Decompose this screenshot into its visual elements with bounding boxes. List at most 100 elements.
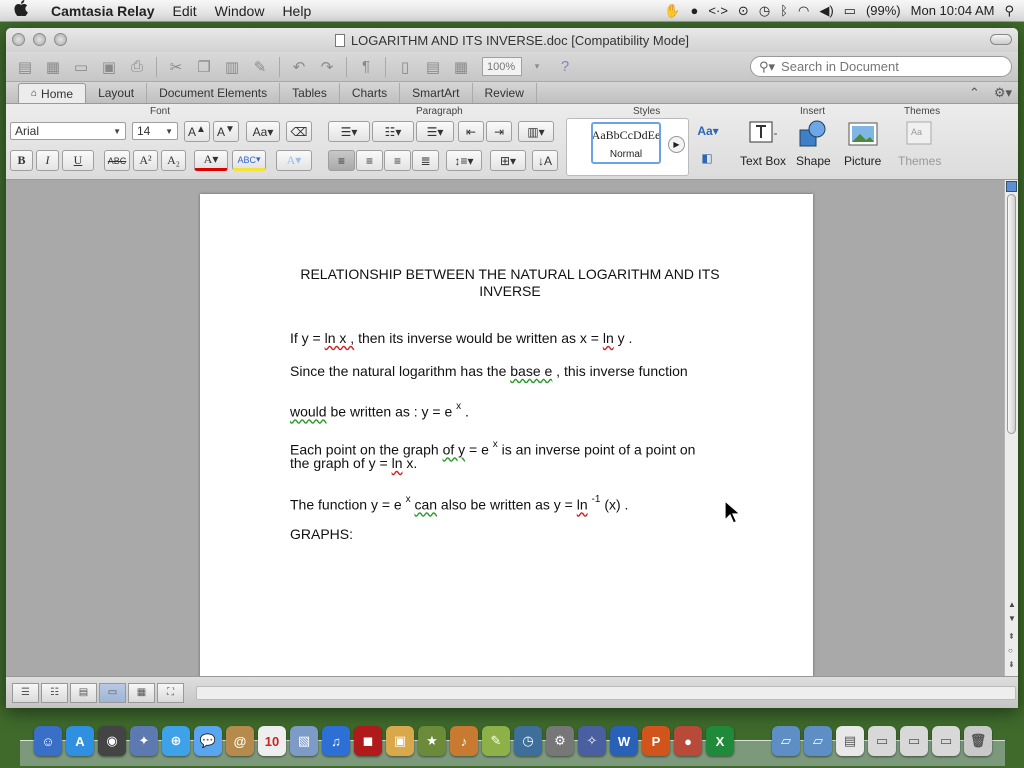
contacts-dock-icon[interactable]: @ <box>226 726 254 756</box>
document-page[interactable]: RELATIONSHIP BETWEEN THE NATURAL LOGARIT… <box>200 194 813 676</box>
imovie-dock-icon[interactable]: ★ <box>418 726 446 756</box>
next-page-icon[interactable]: ⇟ <box>1008 660 1015 669</box>
numbering-button[interactable]: ☷ ▾ <box>372 121 414 142</box>
menu-window[interactable]: Window <box>206 3 274 19</box>
new-document-icon[interactable]: ▤ <box>12 56 38 78</box>
recording-status-icon[interactable]: ● <box>691 3 699 18</box>
save-icon[interactable]: ▣ <box>96 56 122 78</box>
tab-tables[interactable]: Tables <box>280 83 340 103</box>
align-right-button[interactable]: ≡ <box>384 150 411 171</box>
insert-text-box-button[interactable]: Text Box <box>740 120 786 168</box>
publishing-view-button[interactable]: ▤ <box>70 682 97 703</box>
menu-edit[interactable]: Edit <box>164 3 206 19</box>
scroll-up-icon[interactable]: ▲ <box>1008 600 1016 609</box>
system-preferences-dock-icon[interactable]: ⚙ <box>546 726 574 756</box>
style-pane-button[interactable]: ◧ <box>696 148 718 168</box>
camtasia-status-icon[interactable]: ✋ <box>664 3 680 19</box>
trash-dock-icon[interactable]: 🗑 <box>964 726 992 756</box>
redo-icon[interactable]: ↷ <box>314 56 340 78</box>
tab-document-elements[interactable]: Document Elements <box>147 83 281 103</box>
scrollbar-thumb[interactable] <box>1007 194 1016 434</box>
calendar-dock-icon[interactable]: 10 <box>258 726 286 756</box>
dashboard-dock-icon[interactable]: ◉ <box>98 726 126 756</box>
underline-button[interactable]: U <box>62 150 94 171</box>
apple-menu-icon[interactable] <box>0 0 42 21</box>
themes-button[interactable]: Aa Themes <box>898 120 941 168</box>
iphoto-dock-icon[interactable]: ▣ <box>386 726 414 756</box>
alert-status-icon[interactable]: ⊙ <box>738 3 749 19</box>
collapse-ribbon-icon[interactable]: ⌃ <box>969 85 980 101</box>
change-case-button[interactable]: Aa ▾ <box>246 121 280 142</box>
applications-folder-dock-icon[interactable]: ▱ <box>772 726 800 756</box>
tab-charts[interactable]: Charts <box>340 83 401 103</box>
mission-control-dock-icon[interactable]: ✦ <box>130 726 158 756</box>
print-icon[interactable]: ⎙ <box>124 56 150 78</box>
toolbar-toggle-button[interactable] <box>990 34 1012 45</box>
safari-dock-icon[interactable]: ⊕ <box>162 726 190 756</box>
clear-formatting-button[interactable]: ⌫ <box>286 121 312 142</box>
menu-clock[interactable]: Mon 10:04 AM <box>911 3 995 18</box>
zoom-select[interactable]: 100% <box>482 57 522 76</box>
app-store-dock-icon[interactable]: A <box>66 726 94 756</box>
menu-app-name[interactable]: Camtasia Relay <box>42 3 164 19</box>
style-normal[interactable]: AaBbCcDdEe Normal <box>591 122 661 164</box>
window-minimized-dock-icon[interactable]: ▭ <box>932 726 960 756</box>
sort-button[interactable]: ↓A <box>532 150 558 171</box>
window-minimized-dock-icon[interactable]: ▭ <box>900 726 928 756</box>
insert-shape-button[interactable]: Shape <box>796 120 831 168</box>
minimize-window-button[interactable] <box>33 33 46 46</box>
superscript-button[interactable]: A² <box>133 150 158 171</box>
italic-button[interactable]: I <box>36 150 59 171</box>
gallery-icon[interactable]: ▤ <box>420 56 446 78</box>
outline-view-button[interactable]: ☷ <box>41 682 68 703</box>
line-spacing-button[interactable]: ↕≡ ▾ <box>446 150 482 171</box>
decrease-indent-button[interactable]: ⇤ <box>458 121 484 142</box>
search-input[interactable] <box>781 59 982 74</box>
ribbon-settings-icon[interactable]: ⚙▾ <box>994 85 1012 101</box>
camtasia-dock-icon[interactable]: ● <box>674 726 702 756</box>
itunes-dock-icon[interactable]: ♫ <box>322 726 350 756</box>
document-stack-dock-icon[interactable]: ▤ <box>836 726 864 756</box>
finder-dock-icon[interactable]: ☺ <box>34 726 62 756</box>
help-icon[interactable]: ? <box>552 56 578 78</box>
show-paragraph-marks-icon[interactable]: ¶ <box>353 56 379 78</box>
focus-view-button[interactable]: ⛶ <box>157 682 184 703</box>
cut-icon[interactable]: ✂ <box>163 56 189 78</box>
columns-button[interactable]: ▥ ▾ <box>518 121 554 142</box>
volume-icon[interactable]: ◀) <box>819 3 833 19</box>
strikethrough-button[interactable]: ABC <box>104 150 130 171</box>
scroll-down-icon[interactable]: ▼ <box>1008 614 1016 623</box>
document-canvas[interactable]: RELATIONSHIP BETWEEN THE NATURAL LOGARIT… <box>6 180 1004 676</box>
align-left-button[interactable]: ≡ <box>328 150 355 171</box>
format-painter-icon[interactable]: ✎ <box>247 56 273 78</box>
bullets-button[interactable]: ☰ ▾ <box>328 121 370 142</box>
window-minimized-dock-icon[interactable]: ▭ <box>868 726 896 756</box>
multilevel-list-button[interactable]: ☰ ▾ <box>416 121 454 142</box>
draft-view-button[interactable]: ☰ <box>12 682 39 703</box>
bold-button[interactable]: B <box>10 150 33 171</box>
excel-dock-icon[interactable]: X <box>706 726 734 756</box>
undo-icon[interactable]: ↶ <box>286 56 312 78</box>
app-dock-icon[interactable]: ✎ <box>482 726 510 756</box>
borders-button[interactable]: ⊞ ▾ <box>490 150 526 171</box>
font-size-select[interactable]: 14 ▼ <box>132 122 178 140</box>
tab-layout[interactable]: Layout <box>86 83 148 103</box>
preview-dock-icon[interactable]: ▧ <box>290 726 318 756</box>
highlight-button[interactable]: ABC ▾ <box>232 150 266 171</box>
toolbox-icon[interactable]: ▦ <box>448 56 474 78</box>
tab-review[interactable]: Review <box>473 83 537 103</box>
grow-font-button[interactable]: A ▲ <box>184 121 210 142</box>
menu-help[interactable]: Help <box>273 3 320 19</box>
ruler-toggle-icon[interactable] <box>1006 181 1017 192</box>
quick-styles-button[interactable]: Aa▾ <box>694 120 722 142</box>
bluetooth-icon[interactable]: ᛒ <box>780 3 788 18</box>
print-layout-view-button[interactable]: ▭ <box>99 682 126 703</box>
wifi-icon[interactable]: ◠ <box>798 3 809 19</box>
utility-dock-icon[interactable]: ✧ <box>578 726 606 756</box>
copy-icon[interactable]: ❐ <box>191 56 217 78</box>
increase-indent-button[interactable]: ⇥ <box>486 121 512 142</box>
word-dock-icon[interactable]: W <box>610 726 638 756</box>
open-folder-icon[interactable]: ▭ <box>68 56 94 78</box>
messages-dock-icon[interactable]: 💬 <box>194 726 222 756</box>
document-search-box[interactable]: ⚲▾ <box>750 56 1012 77</box>
